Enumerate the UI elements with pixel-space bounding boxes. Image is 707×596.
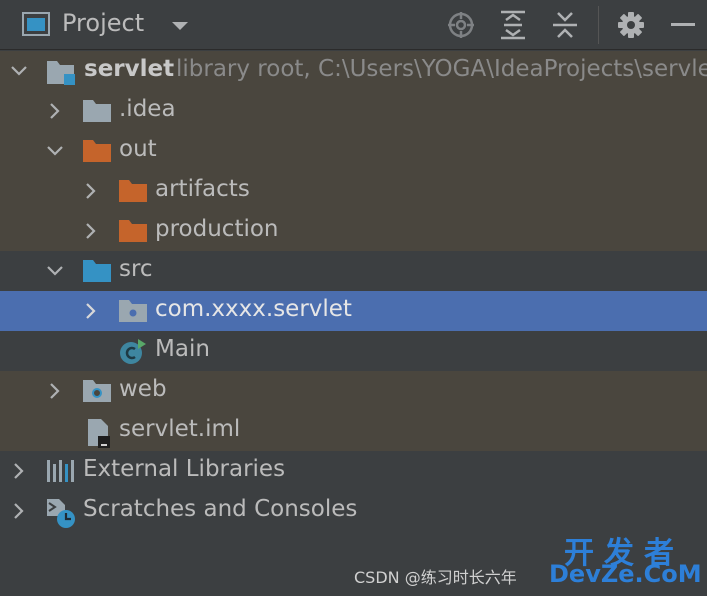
tree-item-main[interactable]: Main (0, 331, 707, 371)
chevron-right-icon[interactable] (10, 502, 28, 524)
project-toolbar: Project (0, 0, 707, 50)
watermark-domain: DevZe.CoM (549, 560, 702, 588)
tree-item-external-libraries[interactable]: External Libraries (0, 451, 707, 491)
toolbar-separator (598, 6, 599, 44)
tree-item-label: servlet.iml (119, 416, 241, 442)
tree-item-label: servlet (84, 56, 175, 82)
tree-item-label: Main (155, 336, 210, 362)
dropdown-caret-icon[interactable] (171, 17, 189, 36)
chevron-right-icon[interactable] (10, 462, 28, 484)
tree-item-label: src (119, 256, 153, 282)
tree-item-web[interactable]: web (0, 371, 707, 411)
gear-icon[interactable] (616, 10, 646, 40)
tool-window-title[interactable]: Project (62, 9, 144, 37)
web-folder-icon (82, 378, 112, 408)
hide-icon[interactable] (668, 10, 698, 40)
chevron-down-icon[interactable] (46, 262, 64, 284)
tree-item-root[interactable]: servlet library root, C:\Users\YOGA\Idea… (0, 51, 707, 91)
chevron-down-icon[interactable] (10, 62, 28, 84)
excluded-folder-icon (118, 178, 148, 208)
source-folder-icon (82, 258, 112, 288)
tree-item-label: External Libraries (83, 456, 286, 482)
tree-item-artifacts[interactable]: artifacts (0, 171, 707, 211)
tree-item-production[interactable]: production (0, 211, 707, 251)
tree-item-idea[interactable]: .idea (0, 91, 707, 131)
chevron-right-icon[interactable] (46, 102, 64, 124)
tree-item-label: web (119, 376, 167, 402)
chevron-right-icon[interactable] (82, 302, 100, 324)
locate-icon[interactable] (446, 10, 476, 40)
chevron-right-icon[interactable] (82, 222, 100, 244)
tree-item-out[interactable]: out (0, 131, 707, 171)
tree-item-scratches[interactable]: Scratches and Consoles (0, 491, 707, 531)
tree-item-label: production (155, 216, 279, 242)
watermark-text: CSDN @练习时长六年 (354, 568, 517, 587)
runnable-class-icon (118, 338, 148, 370)
scratches-icon (46, 498, 78, 534)
libraries-icon (46, 458, 76, 488)
tree-item-label: artifacts (155, 176, 250, 202)
chevron-right-icon[interactable] (82, 182, 100, 204)
tree-item-label: .idea (119, 96, 176, 122)
tree-item-label: com.xxxx.servlet (155, 296, 352, 322)
chevron-right-icon[interactable] (46, 382, 64, 404)
package-icon (118, 298, 148, 328)
module-icon (46, 58, 76, 90)
iml-file-icon (86, 418, 112, 452)
tree-item-src[interactable]: src (0, 251, 707, 291)
excluded-folder-icon (82, 138, 112, 168)
excluded-folder-icon (118, 218, 148, 248)
project-view-icon[interactable] (22, 12, 50, 40)
tree-item-label: out (119, 136, 157, 162)
expand-all-icon[interactable] (498, 10, 528, 40)
tree-item-package[interactable]: com.xxxx.servlet (0, 291, 707, 331)
chevron-down-icon[interactable] (46, 142, 64, 164)
tree-item-hint: library root, C:\Users\YOGA\IdeaProjects… (176, 56, 707, 82)
folder-icon (82, 98, 112, 128)
tree-item-iml[interactable]: servlet.iml (0, 411, 707, 451)
tree-item-label: Scratches and Consoles (83, 496, 358, 522)
collapse-all-icon[interactable] (550, 10, 580, 40)
